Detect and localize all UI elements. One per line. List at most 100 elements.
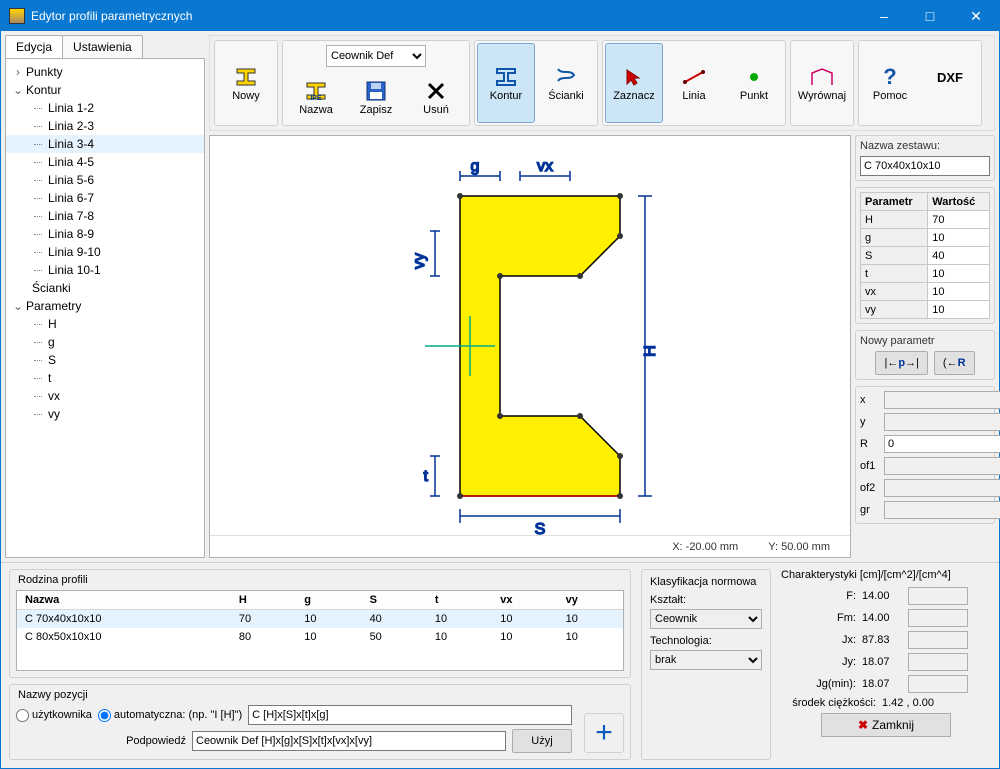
canvas[interactable]: g vx vy t S H bbox=[210, 136, 850, 535]
tree-view[interactable]: ›Punkty ⌄Kontur Linia 1-2Linia 2-3Linia … bbox=[5, 59, 205, 558]
coord-gr-input bbox=[884, 501, 1000, 519]
new-param-label: Nowy parametr bbox=[860, 335, 990, 347]
tree-line[interactable]: Linia 5-6 bbox=[6, 171, 204, 189]
param-table[interactable]: ParametrWartość H70g10S40t10vx10vy10 bbox=[860, 192, 990, 319]
align-icon bbox=[810, 64, 834, 90]
tab-ustawienia[interactable]: Ustawienia bbox=[62, 35, 143, 58]
profile-select[interactable]: Ceownik Def bbox=[326, 45, 426, 67]
close-window-button[interactable]: ✕ bbox=[953, 1, 999, 31]
delete-icon bbox=[427, 78, 445, 104]
help-button[interactable]: ? Pomoc bbox=[861, 43, 919, 123]
svg-text:vx: vx bbox=[537, 158, 553, 175]
tree-line[interactable]: Linia 4-5 bbox=[6, 153, 204, 171]
new-param-r-button[interactable]: (←R bbox=[934, 351, 975, 375]
select-button[interactable]: Zaznacz bbox=[605, 43, 663, 123]
technology-select[interactable]: brak bbox=[650, 650, 762, 670]
param-value-cell[interactable]: 10 bbox=[928, 301, 990, 319]
left-panel: Edycja Ustawienia ›Punkty ⌄Kontur Linia … bbox=[5, 35, 205, 558]
tree-line[interactable]: Linia 8-9 bbox=[6, 225, 204, 243]
minimize-button[interactable]: – bbox=[861, 1, 907, 31]
svg-text:vy: vy bbox=[411, 253, 428, 269]
char-input bbox=[908, 609, 968, 627]
tree-line[interactable]: Linia 6-7 bbox=[6, 189, 204, 207]
name-button[interactable]: IPE Nazwa bbox=[287, 73, 345, 121]
use-button[interactable]: Użyj bbox=[512, 729, 572, 753]
char-input bbox=[908, 587, 968, 605]
tree-line[interactable]: Linia 2-3 bbox=[6, 117, 204, 135]
new-param-p-button[interactable]: |←p→| bbox=[875, 351, 927, 375]
radio-user[interactable]: użytkownika bbox=[16, 709, 92, 722]
tree-scianki[interactable]: Ścianki bbox=[6, 279, 204, 297]
tree-param[interactable]: vy bbox=[6, 405, 204, 423]
point-button[interactable]: Punkt bbox=[725, 43, 783, 123]
toolbar: Nowy Ceownik Def IPE Nazwa Zap bbox=[209, 35, 995, 131]
caret-down-icon: ⌄ bbox=[12, 83, 24, 97]
param-value-cell[interactable]: 40 bbox=[928, 247, 990, 265]
tree-parametry[interactable]: ⌄Parametry bbox=[6, 297, 204, 315]
app-icon bbox=[9, 8, 25, 24]
hint-input[interactable] bbox=[192, 731, 506, 751]
coord-x-input bbox=[884, 391, 1000, 409]
delete-button[interactable]: Usuń bbox=[407, 73, 465, 121]
line-button[interactable]: Linia bbox=[665, 43, 723, 123]
tree-param[interactable]: S bbox=[6, 351, 204, 369]
table-row[interactable]: C 80x50x10x10801050101010 bbox=[17, 628, 623, 646]
family-label: Rodzina profili bbox=[16, 574, 624, 586]
add-profile-button[interactable]: + bbox=[584, 713, 624, 753]
tree-line[interactable]: Linia 9-10 bbox=[6, 243, 204, 261]
param-value-cell[interactable]: 70 bbox=[928, 211, 990, 229]
family-table[interactable]: NazwaHgStvxvy C 70x40x10x10701040101010C… bbox=[17, 591, 623, 646]
canvas-pane: g vx vy t S H bbox=[209, 135, 851, 558]
right-panel: Nazwa zestawu: ParametrWartość H70g10S40… bbox=[855, 135, 995, 558]
maximize-button[interactable]: □ bbox=[907, 1, 953, 31]
tree-kontur[interactable]: ⌄Kontur bbox=[6, 81, 204, 99]
dxf-button[interactable]: DXF bbox=[921, 43, 979, 123]
tree-line[interactable]: Linia 1-2 bbox=[6, 99, 204, 117]
line-icon bbox=[683, 64, 705, 90]
names-label: Nazwy pozycji bbox=[16, 689, 572, 701]
tree-param[interactable]: t bbox=[6, 369, 204, 387]
save-button[interactable]: Zapisz bbox=[347, 73, 405, 121]
tree-punkty[interactable]: ›Punkty bbox=[6, 63, 204, 81]
svg-text:g: g bbox=[471, 158, 480, 175]
table-row[interactable]: C 70x40x10x10701040101010 bbox=[17, 610, 623, 629]
coord-of2-input bbox=[884, 479, 1000, 497]
coord-of1-input bbox=[884, 457, 1000, 475]
coord-y-input bbox=[884, 413, 1000, 431]
klas-label: Klasyfikacja normowa bbox=[650, 576, 762, 588]
svg-text:t: t bbox=[424, 468, 429, 485]
point-icon bbox=[747, 64, 761, 90]
caret-down-icon: ⌄ bbox=[12, 299, 24, 313]
name-pattern-input[interactable] bbox=[248, 705, 572, 725]
tree-param[interactable]: H bbox=[6, 315, 204, 333]
char-input bbox=[908, 675, 968, 693]
set-name-input[interactable] bbox=[860, 156, 990, 176]
param-value-cell[interactable]: 10 bbox=[928, 283, 990, 301]
align-button[interactable]: Wyrównaj bbox=[793, 43, 851, 123]
caret-icon: › bbox=[12, 65, 24, 79]
param-value-cell[interactable]: 10 bbox=[928, 265, 990, 283]
close-icon: ✖ bbox=[858, 718, 868, 732]
tree-param[interactable]: g bbox=[6, 333, 204, 351]
svg-text:S: S bbox=[535, 521, 546, 538]
close-button[interactable]: ✖Zamknij bbox=[821, 713, 951, 737]
char-title: Charakterystyki [cm]/[cm^2]/[cm^4] bbox=[781, 569, 991, 581]
walls-button[interactable]: Ścianki bbox=[537, 43, 595, 123]
radio-auto[interactable]: automatyczna: (np. "I [H]") bbox=[98, 709, 242, 722]
tree-line[interactable]: Linia 3-4 bbox=[6, 135, 204, 153]
param-value-cell[interactable]: 10 bbox=[928, 229, 990, 247]
coord-r-input[interactable] bbox=[884, 435, 1000, 453]
help-icon: ? bbox=[883, 64, 896, 90]
contour-button[interactable]: Kontur bbox=[477, 43, 535, 123]
tab-edycja[interactable]: Edycja bbox=[5, 35, 63, 58]
char-input bbox=[908, 653, 968, 671]
svg-text:IPE: IPE bbox=[310, 95, 322, 102]
new-button[interactable]: Nowy bbox=[217, 43, 275, 123]
tree-line[interactable]: Linia 7-8 bbox=[6, 207, 204, 225]
tree-param[interactable]: vx bbox=[6, 387, 204, 405]
tree-line[interactable]: Linia 10-1 bbox=[6, 261, 204, 279]
set-name-label: Nazwa zestawu: bbox=[860, 140, 990, 152]
ibeam-icon bbox=[235, 64, 257, 90]
shape-select[interactable]: Ceownik bbox=[650, 609, 762, 629]
svg-text:H: H bbox=[642, 345, 659, 357]
